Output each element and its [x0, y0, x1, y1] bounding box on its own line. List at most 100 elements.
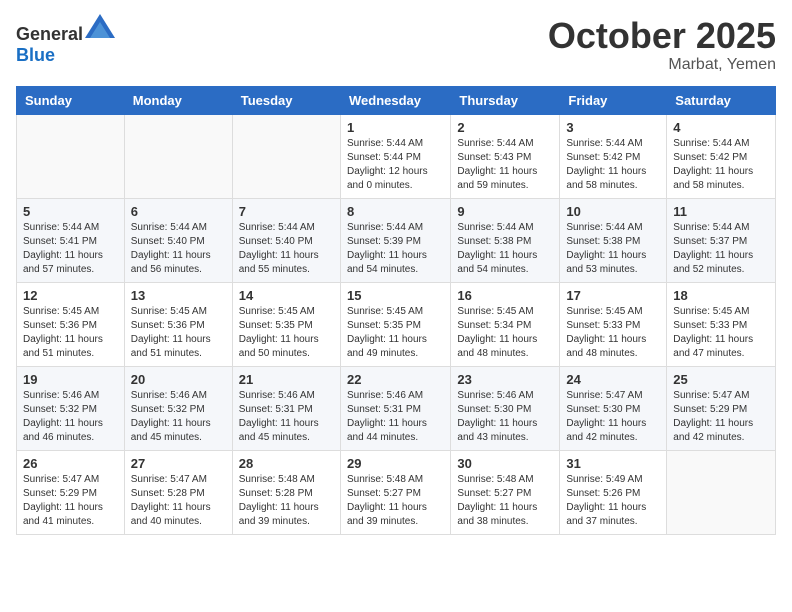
day-number: 5: [23, 204, 118, 219]
day-info: Sunrise: 5:49 AMSunset: 5:26 PMDaylight:…: [566, 473, 660, 529]
logo-general: General: [16, 24, 83, 44]
calendar-week-row: 5 Sunrise: 5:44 AMSunset: 5:41 PMDaylight…: [17, 198, 776, 282]
day-info: Sunrise: 5:44 AMSunset: 5:37 PMDaylight:…: [673, 221, 769, 277]
weekday-header: Saturday: [667, 86, 776, 114]
day-info: Sunrise: 5:44 AMSunset: 5:40 PMDaylight:…: [239, 221, 334, 277]
day-info: Sunrise: 5:47 AMSunset: 5:29 PMDaylight:…: [673, 389, 769, 445]
weekday-header: Monday: [124, 86, 232, 114]
day-info: Sunrise: 5:44 AMSunset: 5:38 PMDaylight:…: [457, 221, 553, 277]
day-number: 4: [673, 120, 769, 135]
calendar-cell: 22 Sunrise: 5:46 AMSunset: 5:31 PMDayligh…: [340, 366, 450, 450]
day-info: Sunrise: 5:44 AMSunset: 5:44 PMDaylight:…: [347, 137, 444, 193]
day-number: 27: [131, 456, 226, 471]
day-number: 24: [566, 372, 660, 387]
day-number: 1: [347, 120, 444, 135]
day-number: 31: [566, 456, 660, 471]
day-number: 2: [457, 120, 553, 135]
day-info: Sunrise: 5:47 AMSunset: 5:29 PMDaylight:…: [23, 473, 118, 529]
day-number: 12: [23, 288, 118, 303]
day-info: Sunrise: 5:44 AMSunset: 5:42 PMDaylight:…: [673, 137, 769, 193]
calendar-cell: 8Sunrise: 5:44 AMSunset: 5:39 PMDaylight…: [340, 198, 450, 282]
day-number: 22: [347, 372, 444, 387]
calendar-cell: [124, 114, 232, 198]
day-info: Sunrise: 5:46 AMSunset: 5:31 PMDaylight:…: [239, 389, 334, 445]
day-info: Sunrise: 5:47 AMSunset: 5:30 PMDaylight:…: [566, 389, 660, 445]
day-number: 6: [131, 204, 226, 219]
day-info: Sunrise: 5:45 AMSunset: 5:35 PMDaylight:…: [239, 305, 334, 361]
weekday-header: Thursday: [451, 86, 560, 114]
calendar-cell: 28 Sunrise: 5:48 AMSunset: 5:28 PMDayligh…: [232, 450, 340, 534]
day-info: Sunrise: 5:45 AMSunset: 5:36 PMDaylight:…: [131, 305, 226, 361]
calendar-cell: 31 Sunrise: 5:49 AMSunset: 5:26 PMDayligh…: [560, 450, 667, 534]
calendar-cell: 11 Sunrise: 5:44 AMSunset: 5:37 PMDayligh…: [667, 198, 776, 282]
logo-blue: Blue: [16, 45, 55, 65]
day-number: 25: [673, 372, 769, 387]
calendar-header-row: SundayMondayTuesdayWednesdayThursdayFrid…: [17, 86, 776, 114]
calendar-cell: 21 Sunrise: 5:46 AMSunset: 5:31 PMDayligh…: [232, 366, 340, 450]
day-number: 10: [566, 204, 660, 219]
day-info: Sunrise: 5:45 AMSunset: 5:33 PMDaylight:…: [566, 305, 660, 361]
calendar-cell: 2Sunrise: 5:44 AMSunset: 5:43 PMDaylight…: [451, 114, 560, 198]
weekday-header: Tuesday: [232, 86, 340, 114]
calendar-cell: 23 Sunrise: 5:46 AMSunset: 5:30 PMDayligh…: [451, 366, 560, 450]
calendar-cell: 1 Sunrise: 5:44 AMSunset: 5:44 PMDaylight…: [340, 114, 450, 198]
weekday-header: Wednesday: [340, 86, 450, 114]
day-number: 3: [566, 120, 660, 135]
logo-icon: [85, 14, 115, 38]
day-number: 17: [566, 288, 660, 303]
day-info: Sunrise: 5:46 AMSunset: 5:32 PMDaylight:…: [131, 389, 226, 445]
calendar-cell: 10 Sunrise: 5:44 AMSunset: 5:38 PMDayligh…: [560, 198, 667, 282]
calendar-cell: [667, 450, 776, 534]
day-number: 13: [131, 288, 226, 303]
day-info: Sunrise: 5:47 AMSunset: 5:28 PMDaylight:…: [131, 473, 226, 529]
day-number: 23: [457, 372, 553, 387]
day-number: 7: [239, 204, 334, 219]
day-info: Sunrise: 5:44 AMSunset: 5:42 PMDaylight:…: [566, 137, 660, 193]
calendar-cell: 17 Sunrise: 5:45 AMSunset: 5:33 PMDayligh…: [560, 282, 667, 366]
title-area: October 2025 Marbat, Yemen: [548, 16, 776, 74]
day-info: Sunrise: 5:46 AMSunset: 5:30 PMDaylight:…: [457, 389, 553, 445]
day-number: 21: [239, 372, 334, 387]
day-number: 9: [457, 204, 553, 219]
calendar-week-row: 12 Sunrise: 5:45 AMSunset: 5:36 PMDayligh…: [17, 282, 776, 366]
weekday-header: Friday: [560, 86, 667, 114]
day-number: 11: [673, 204, 769, 219]
calendar-table: SundayMondayTuesdayWednesdayThursdayFrid…: [16, 86, 776, 535]
day-info: Sunrise: 5:46 AMSunset: 5:32 PMDaylight:…: [23, 389, 118, 445]
calendar-cell: 12Sunrise: 5:45 AMSunset: 5:36 PMDayligh…: [17, 282, 125, 366]
calendar-cell: 13 Sunrise: 5:45 AMSunset: 5:36 PMDayligh…: [124, 282, 232, 366]
weekday-header: Sunday: [17, 86, 125, 114]
calendar-cell: 6Sunrise: 5:44 AMSunset: 5:40 PMDaylight…: [124, 198, 232, 282]
calendar-cell: 19Sunrise: 5:46 AMSunset: 5:32 PMDayligh…: [17, 366, 125, 450]
calendar-week-row: 1 Sunrise: 5:44 AMSunset: 5:44 PMDaylight…: [17, 114, 776, 198]
day-info: Sunrise: 5:44 AMSunset: 5:38 PMDaylight:…: [566, 221, 660, 277]
calendar-cell: 3 Sunrise: 5:44 AMSunset: 5:42 PMDaylight…: [560, 114, 667, 198]
calendar-cell: 24 Sunrise: 5:47 AMSunset: 5:30 PMDayligh…: [560, 366, 667, 450]
day-number: 28: [239, 456, 334, 471]
logo: General Blue: [16, 16, 115, 66]
calendar-cell: 30 Sunrise: 5:48 AMSunset: 5:27 PMDayligh…: [451, 450, 560, 534]
day-info: Sunrise: 5:44 AMSunset: 5:39 PMDaylight:…: [347, 221, 444, 277]
day-info: Sunrise: 5:48 AMSunset: 5:27 PMDaylight:…: [457, 473, 553, 529]
calendar-cell: 16Sunrise: 5:45 AMSunset: 5:34 PMDayligh…: [451, 282, 560, 366]
day-info: Sunrise: 5:45 AMSunset: 5:34 PMDaylight:…: [457, 305, 553, 361]
day-info: Sunrise: 5:45 AMSunset: 5:33 PMDaylight:…: [673, 305, 769, 361]
calendar-week-row: 19Sunrise: 5:46 AMSunset: 5:32 PMDayligh…: [17, 366, 776, 450]
day-info: Sunrise: 5:48 AMSunset: 5:27 PMDaylight:…: [347, 473, 444, 529]
day-number: 30: [457, 456, 553, 471]
day-info: Sunrise: 5:45 AMSunset: 5:35 PMDaylight:…: [347, 305, 444, 361]
calendar-cell: 4 Sunrise: 5:44 AMSunset: 5:42 PMDaylight…: [667, 114, 776, 198]
calendar-cell: [232, 114, 340, 198]
month-title: October 2025: [548, 16, 776, 56]
calendar-cell: 25 Sunrise: 5:47 AMSunset: 5:29 PMDayligh…: [667, 366, 776, 450]
location-title: Marbat, Yemen: [548, 56, 776, 74]
day-info: Sunrise: 5:48 AMSunset: 5:28 PMDaylight:…: [239, 473, 334, 529]
day-number: 15: [347, 288, 444, 303]
calendar-cell: 26Sunrise: 5:47 AMSunset: 5:29 PMDayligh…: [17, 450, 125, 534]
day-info: Sunrise: 5:44 AMSunset: 5:41 PMDaylight:…: [23, 221, 118, 277]
calendar-cell: 14Sunrise: 5:45 AMSunset: 5:35 PMDayligh…: [232, 282, 340, 366]
calendar-cell: 18Sunrise: 5:45 AMSunset: 5:33 PMDayligh…: [667, 282, 776, 366]
calendar-cell: 9 Sunrise: 5:44 AMSunset: 5:38 PMDaylight…: [451, 198, 560, 282]
calendar-cell: 5 Sunrise: 5:44 AMSunset: 5:41 PMDaylight…: [17, 198, 125, 282]
day-info: Sunrise: 5:46 AMSunset: 5:31 PMDaylight:…: [347, 389, 444, 445]
